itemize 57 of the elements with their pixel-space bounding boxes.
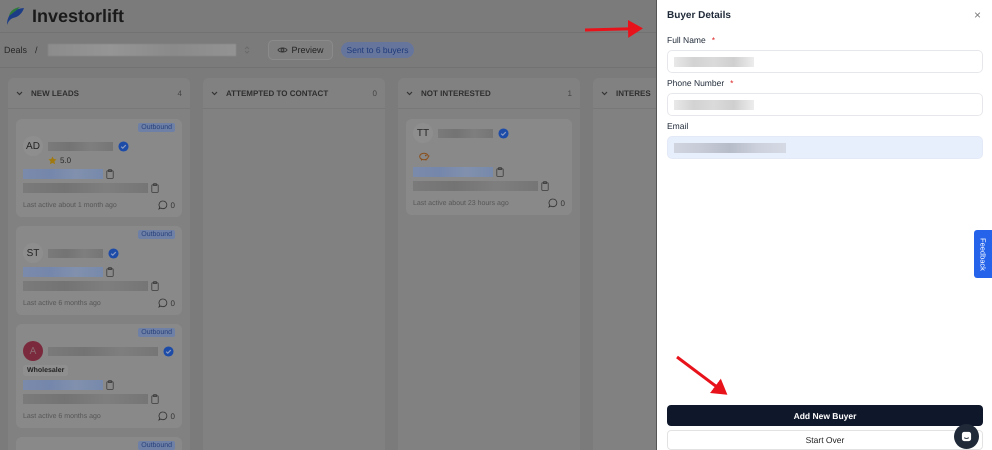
column-title: NOT INTERESTED xyxy=(421,88,492,98)
column-title: ATTEMPTED TO CONTACT xyxy=(226,88,330,98)
avatar: A xyxy=(23,341,43,361)
card-count: 0 xyxy=(372,88,377,98)
chevron-down-icon[interactable] xyxy=(601,90,608,96)
copy-icon[interactable] xyxy=(151,394,159,404)
copy-icon[interactable] xyxy=(151,281,159,291)
chevron-down-icon[interactable] xyxy=(16,90,23,96)
annotation-arrow xyxy=(584,20,643,38)
column-title: INTERES xyxy=(616,88,652,98)
breadcrumb-link[interactable]: Deals xyxy=(4,45,28,55)
copy-icon[interactable] xyxy=(151,183,159,193)
copy-icon[interactable] xyxy=(496,167,504,177)
card-count: 1 xyxy=(568,88,572,98)
comment-icon xyxy=(548,198,558,208)
chevron-down-icon[interactable] xyxy=(406,90,413,96)
rating-value: 5.0 xyxy=(60,156,72,165)
comment-count: 0 xyxy=(170,412,175,420)
comment-icon xyxy=(158,411,168,421)
chevron-down-icon[interactable] xyxy=(211,90,218,96)
comment-icon xyxy=(158,298,168,308)
comment-count: 0 xyxy=(560,198,565,208)
copy-icon[interactable] xyxy=(106,380,114,390)
start-over-button[interactable]: Start Over xyxy=(667,430,983,450)
brand-name: Investorlift xyxy=(32,6,124,26)
autofilled-input-field[interactable] xyxy=(667,136,983,159)
input-field[interactable] xyxy=(667,50,983,73)
avatar: AD xyxy=(23,136,43,156)
eye-icon xyxy=(276,46,288,54)
verified-icon xyxy=(163,346,174,356)
avatar: ST xyxy=(23,243,43,263)
copy-icon[interactable] xyxy=(106,267,114,277)
comment-icon xyxy=(158,200,168,210)
preview-button[interactable]: Preview xyxy=(268,40,333,60)
field-label: Phone Number xyxy=(667,78,724,88)
add-buyer-button[interactable]: Add New Buyer xyxy=(667,405,983,426)
breadcrumb-separator: / xyxy=(35,45,38,55)
drawer-title: Buyer Details xyxy=(667,10,731,20)
avatar: TT xyxy=(413,123,433,143)
column-title: NEW LEADS xyxy=(31,88,80,98)
copy-icon[interactable] xyxy=(106,169,114,179)
verified-icon xyxy=(118,140,129,152)
copy-icon[interactable] xyxy=(541,181,549,191)
field-label: Full Name xyxy=(667,35,706,45)
annotation-arrow xyxy=(676,356,728,395)
comment-count: 0 xyxy=(170,298,175,308)
comment-count: 0 xyxy=(170,200,175,210)
input-field[interactable] xyxy=(667,93,983,116)
required-mark: * xyxy=(730,78,734,88)
card-count: 4 xyxy=(178,88,182,98)
verified-icon xyxy=(108,248,119,258)
field-label: Email xyxy=(667,121,688,131)
required-mark: * xyxy=(712,35,716,45)
verified-icon xyxy=(498,128,509,138)
close-button[interactable]: × xyxy=(972,8,983,22)
star-icon xyxy=(48,156,57,165)
status-badge: Sent to 6 buyers xyxy=(340,42,414,58)
